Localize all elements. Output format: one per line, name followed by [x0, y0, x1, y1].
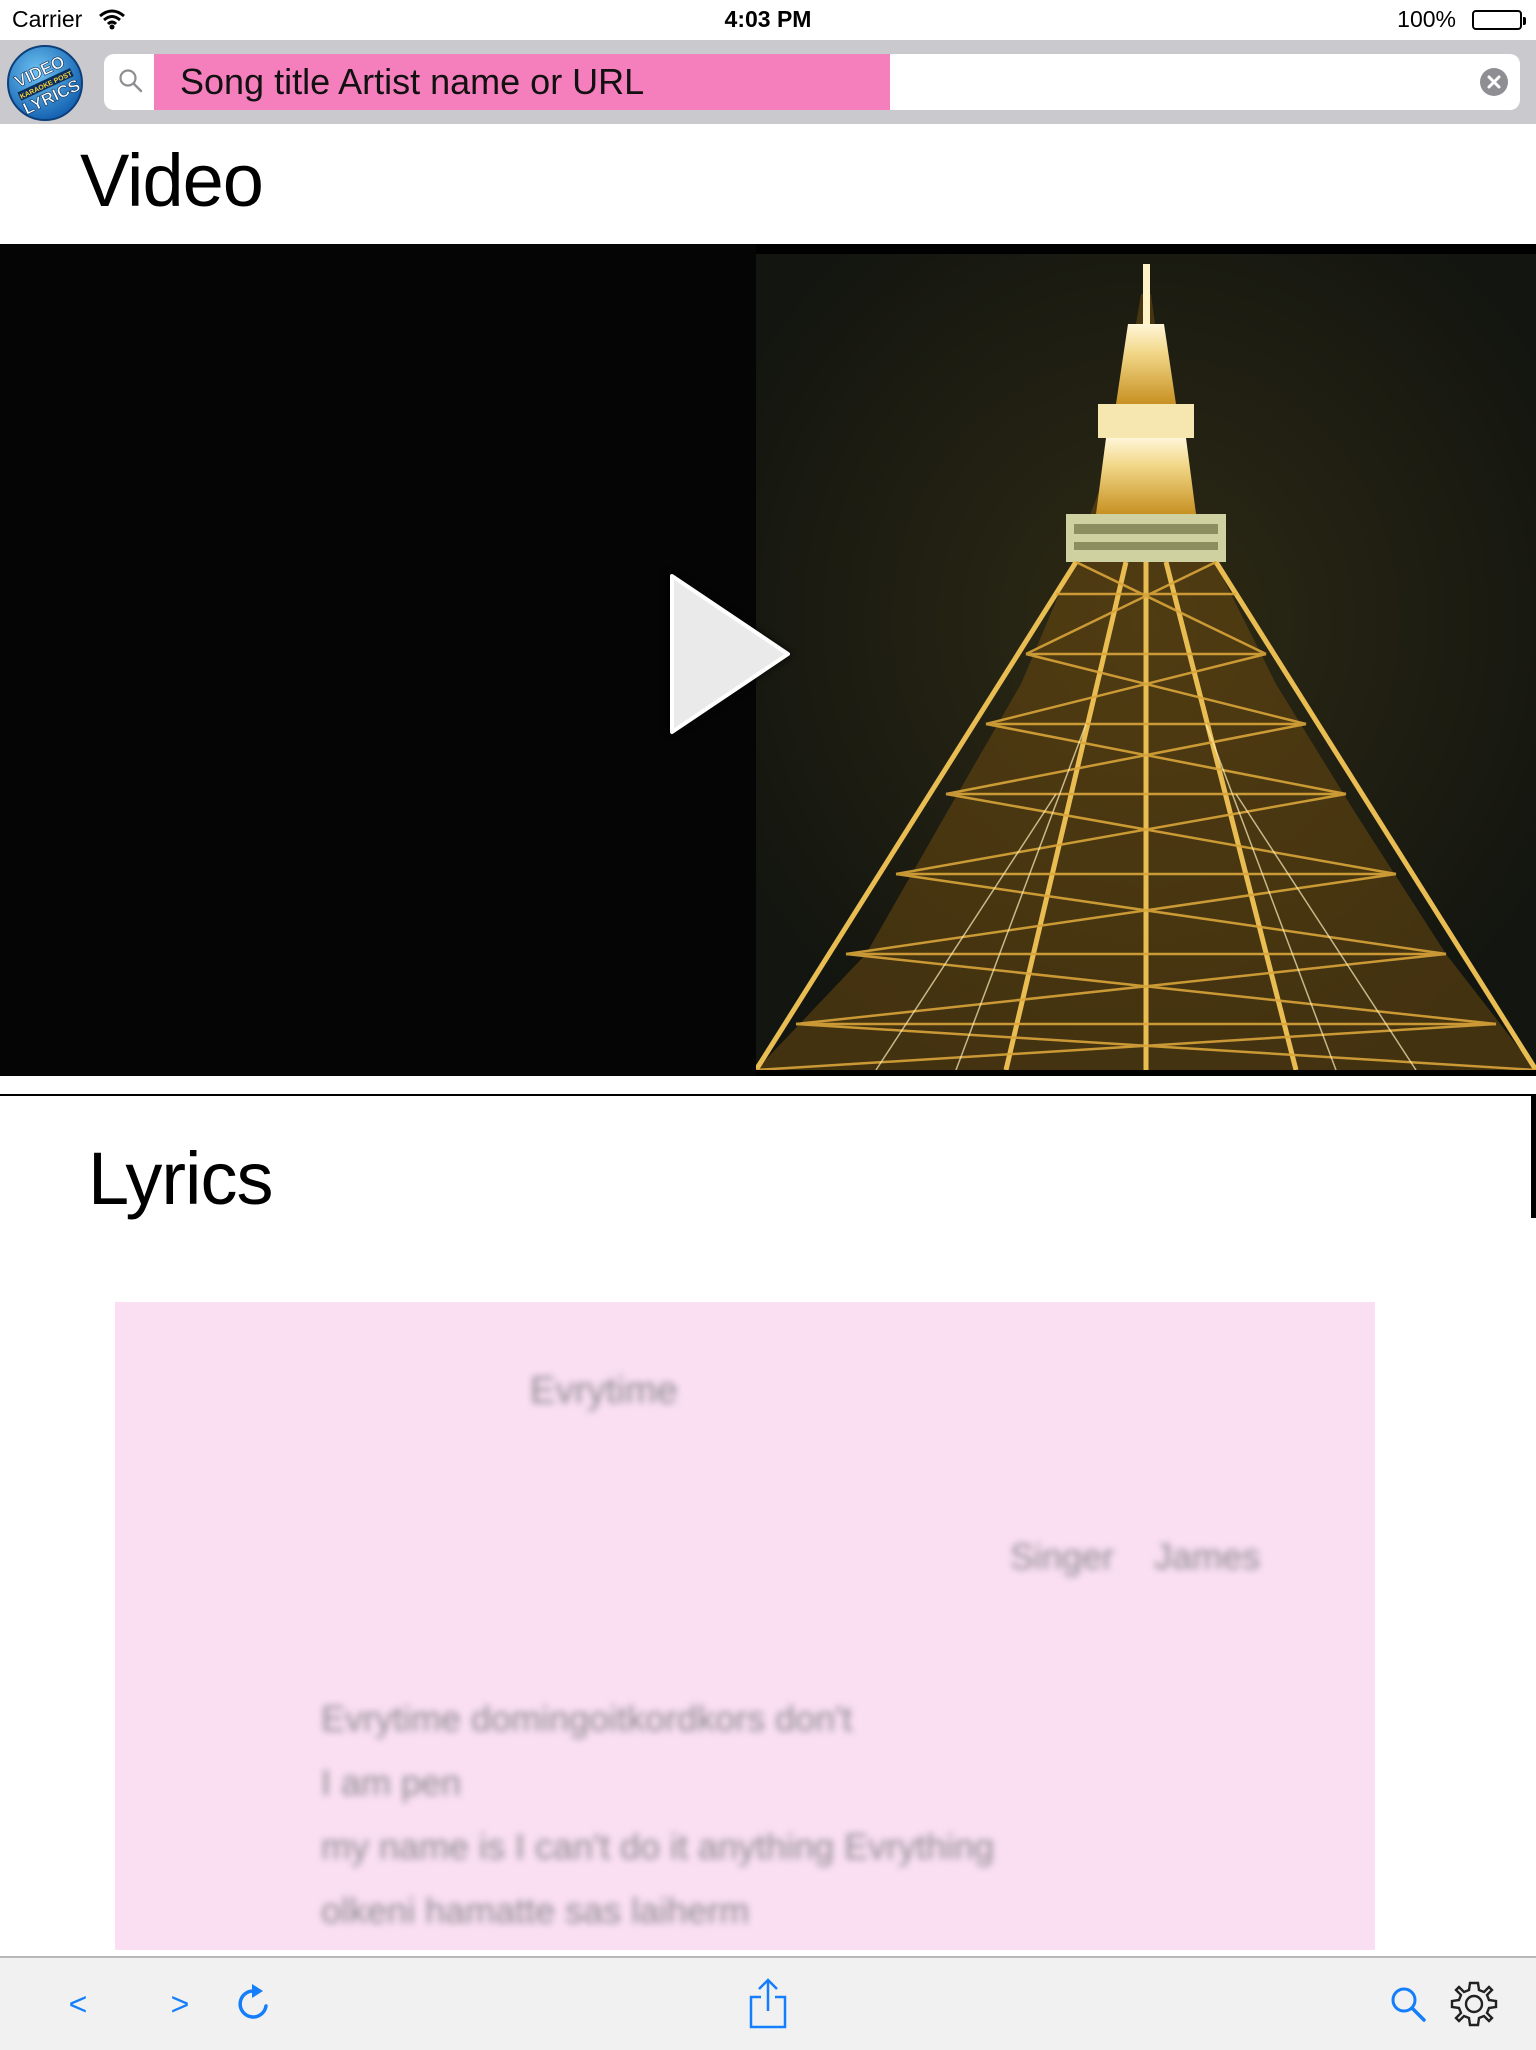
gear-icon[interactable] [1444, 1958, 1504, 2050]
lyrics-panel: Evrytime Singer James Evrytime domingoit… [115, 1302, 1375, 1950]
video-black-area [0, 244, 756, 1076]
search-input[interactable]: Song title Artist name or URL [104, 54, 1520, 110]
lyric-line: I am pen [321, 1762, 462, 1803]
app-logo[interactable]: VIDEO KARAOKE POST LYRICS [6, 44, 84, 122]
lyric-line: my name is I can't do it anything Evryth… [321, 1826, 995, 1867]
clock: 4:03 PM [724, 6, 812, 32]
section-divider [0, 1094, 1536, 1096]
share-icon[interactable] [740, 1958, 796, 2050]
bottom-toolbar: < > [0, 1956, 1536, 2050]
battery-percent: 100% [1397, 6, 1456, 32]
search-placeholder[interactable]: Song title Artist name or URL [154, 54, 890, 110]
song-title: Evrytime [530, 1370, 678, 1412]
video-thumbnail [756, 254, 1536, 1070]
singer-credit: Singer James [1010, 1536, 1261, 1577]
search-icon[interactable] [1380, 1958, 1436, 2050]
battery-icon [1472, 10, 1526, 30]
forward-button[interactable]: > [160, 1958, 200, 2050]
play-icon[interactable] [660, 566, 800, 742]
search-bar: VIDEO KARAOKE POST LYRICS Song title Art… [0, 40, 1536, 124]
video-player[interactable] [0, 244, 1536, 1076]
lyrics-heading: Lyrics [88, 1137, 273, 1220]
video-heading: Video [80, 139, 264, 222]
scroll-indicator [1531, 1096, 1536, 1218]
status-bar: Carrier 4:03 PM 100% [0, 0, 1536, 40]
lyric-line: Evrytime domingoitkordkors don't [321, 1698, 853, 1739]
refresh-icon[interactable] [226, 1958, 282, 2050]
lyric-line: olkeni hamatte sas laiherm [321, 1890, 750, 1931]
back-button[interactable]: < [58, 1958, 98, 2050]
clear-icon[interactable] [1480, 68, 1508, 96]
magnifier-icon [118, 68, 144, 99]
